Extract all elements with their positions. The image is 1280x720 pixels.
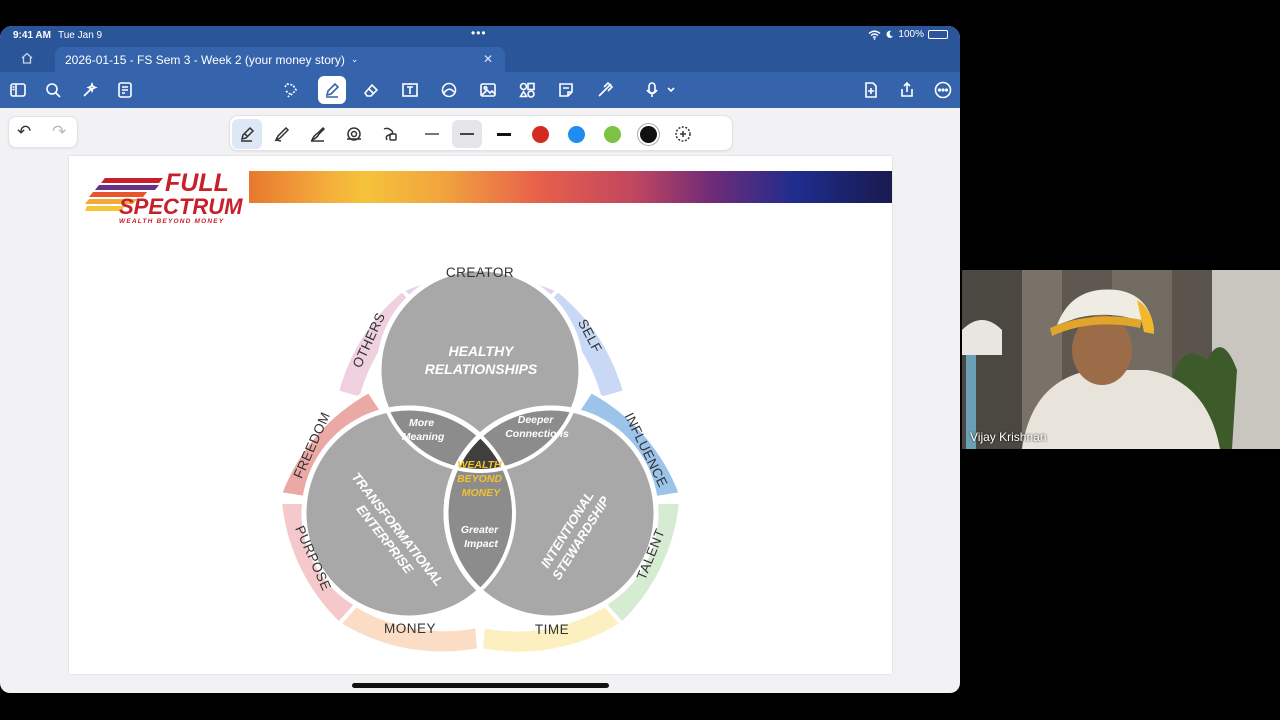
pen-tool-icon[interactable] — [318, 76, 346, 104]
lasso-icon[interactable] — [279, 79, 301, 101]
status-indicators: 100% — [868, 29, 948, 40]
stroke-medium[interactable] — [452, 120, 482, 148]
battery-icon — [928, 30, 948, 39]
search-icon[interactable] — [42, 79, 64, 101]
color-swatch-green[interactable] — [600, 122, 624, 146]
ai-sparkle-icon[interactable] — [79, 79, 101, 101]
outer-label-time: TIME — [535, 622, 569, 637]
ballpoint-pen-icon[interactable] — [270, 122, 294, 146]
multitask-dots-icon[interactable]: ••• — [471, 26, 487, 40]
image-icon[interactable] — [477, 79, 499, 101]
shape-recognition-icon[interactable] — [378, 122, 402, 146]
fountain-pen-icon[interactable] — [232, 119, 262, 149]
outer-label-money: MONEY — [384, 621, 436, 636]
color-swatch-red[interactable] — [528, 122, 552, 146]
color-swatch-blue[interactable] — [564, 122, 588, 146]
ipad-screen: 9:41 AM Tue Jan 9 ••• 100% 2026-01-15 - … — [0, 26, 960, 693]
chevron-down-icon[interactable]: ⌄ — [351, 54, 359, 65]
sticky-note-icon[interactable] — [555, 79, 577, 101]
undo-icon[interactable]: ↶ — [17, 122, 31, 142]
pen-options-bar — [229, 115, 733, 151]
shapes-icon[interactable] — [438, 79, 460, 101]
close-icon[interactable]: ✕ — [483, 52, 493, 66]
text-box-icon[interactable] — [399, 79, 421, 101]
status-bar: 9:41 AM Tue Jan 9 ••• 100% — [0, 26, 960, 46]
home-icon[interactable] — [20, 51, 36, 67]
home-indicator[interactable] — [352, 683, 609, 688]
link-tool-icon[interactable] — [594, 79, 616, 101]
undo-redo-group: ↶ ↷ — [8, 116, 78, 148]
participant-video-frame — [962, 270, 1280, 449]
document-tab-title: 2026-01-15 - FS Sem 3 - Week 2 (your mon… — [65, 52, 345, 67]
participant-name: Vijay Krishnan — [970, 430, 1047, 444]
wifi-icon — [868, 30, 881, 40]
stroke-thick[interactable] — [492, 122, 516, 146]
stroke-thin[interactable] — [420, 122, 444, 146]
brush-pen-icon[interactable] — [306, 122, 330, 146]
status-time: 9:41 AM — [13, 30, 51, 41]
participant-video-tile[interactable]: Vijay Krishnan — [962, 270, 1280, 449]
status-date: Tue Jan 9 — [58, 30, 103, 41]
outer-label-creator: CREATOR — [446, 265, 514, 280]
center-wealth-beyond-money: WEALTH BEYOND MONEY — [457, 459, 505, 499]
add-color-icon[interactable] — [671, 122, 695, 146]
venn-diagram: HEALTHY RELATIONSHIPS TRANSFORMATIONALENT… — [277, 265, 684, 656]
document-tab[interactable]: 2026-01-15 - FS Sem 3 - Week 2 (your mon… — [55, 47, 505, 72]
pen-settings-icon[interactable] — [342, 122, 366, 146]
more-options-icon[interactable] — [932, 79, 954, 101]
share-icon[interactable] — [896, 79, 918, 101]
add-page-icon[interactable] — [860, 79, 882, 101]
elements-icon[interactable] — [516, 79, 538, 101]
sidebar-icon[interactable] — [7, 79, 29, 101]
microphone-icon[interactable] — [643, 79, 679, 101]
slide-page[interactable]: FULL SPECTRUM WEALTH BEYOND MONEY HEALTH… — [69, 156, 892, 674]
tab-bar: 2026-01-15 - FS Sem 3 - Week 2 (your mon… — [0, 46, 960, 72]
notes-list-icon[interactable] — [114, 79, 136, 101]
color-swatch-black-selected[interactable] — [636, 122, 660, 146]
eraser-icon[interactable] — [360, 79, 382, 101]
battery-percent: 100% — [898, 29, 924, 40]
screen: 9:41 AM Tue Jan 9 ••• 100% 2026-01-15 - … — [0, 0, 1280, 720]
moon-icon — [886, 30, 894, 38]
main-toolbar — [0, 72, 960, 108]
redo-icon[interactable]: ↷ — [52, 122, 66, 142]
